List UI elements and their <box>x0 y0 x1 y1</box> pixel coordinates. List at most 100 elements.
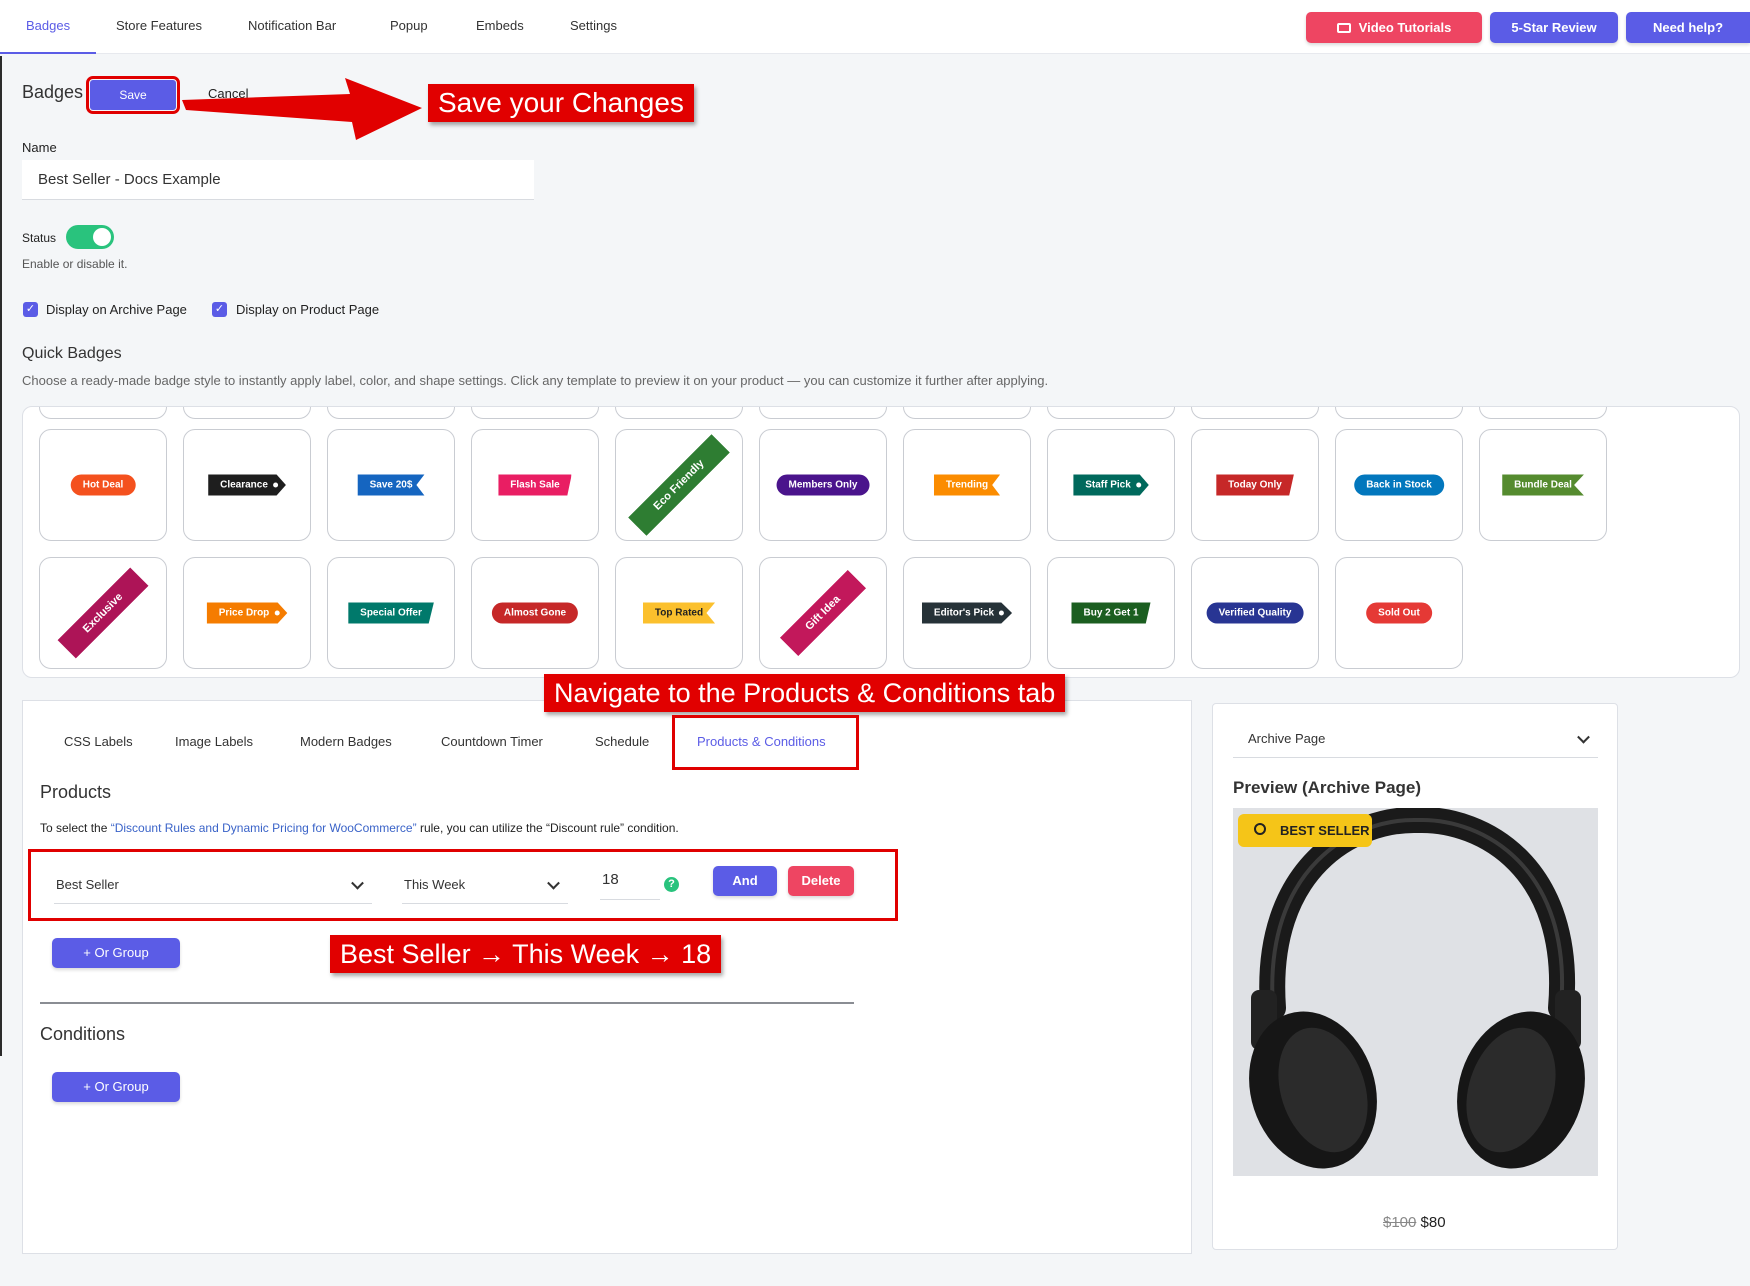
quick-badge-tile-verified-quality[interactable]: Verified Quality <box>1191 557 1319 669</box>
and-button[interactable]: And <box>713 866 777 896</box>
quick-badge-tile-sold-out[interactable]: Sold Out <box>1335 557 1463 669</box>
quick-badge-tile-top-rated[interactable]: Top Rated <box>615 557 743 669</box>
quick-badge-tile-special-offer[interactable]: Special Offer <box>327 557 455 669</box>
discount-rules-link[interactable]: “Discount Rules and Dynamic Pricing for … <box>111 821 417 835</box>
tab-products-conditions[interactable]: Products & Conditions <box>697 734 826 749</box>
quick-badge-tile-clearance[interactable]: Clearance <box>183 429 311 541</box>
badge-settings-panel <box>22 700 1192 1254</box>
tab-image-labels[interactable]: Image Labels <box>175 734 253 749</box>
quick-badge-tile-scrolled[interactable] <box>1479 407 1607 419</box>
quick-badge-tile-save-20[interactable]: Save 20$ <box>327 429 455 541</box>
nav-tab-popup[interactable]: Popup <box>364 0 454 54</box>
quick-badge-tile-editor-s-pick[interactable]: Editor's Pick <box>903 557 1031 669</box>
save-button[interactable]: Save <box>86 76 180 114</box>
quick-badge-tile-buy-2-get-1[interactable]: Buy 2 Get 1 <box>1047 557 1175 669</box>
quick-badge-staff-pick: Staff Pick <box>1073 474 1149 496</box>
nav-tab-embeds[interactable]: Embeds <box>450 0 550 54</box>
quick-badge-tile-hot-deal[interactable]: Hot Deal <box>39 429 167 541</box>
quick-badge-tile-scrolled[interactable] <box>39 407 167 419</box>
old-price: $100 <box>1383 1214 1417 1231</box>
left-edge-bar <box>0 56 2 1056</box>
quick-badge-tile-almost-gone[interactable]: Almost Gone <box>471 557 599 669</box>
products-note: To select the “Discount Rules and Dynami… <box>40 821 679 835</box>
quick-badge-flash-sale: Flash Sale <box>498 474 572 496</box>
quick-badge-hot-deal: Hot Deal <box>70 474 136 496</box>
best-seller-badge-label: BEST SELLER <box>1280 823 1370 838</box>
save-callout: Save your Changes <box>428 84 694 122</box>
quick-badge-tile-exclusive[interactable]: Exclusive <box>39 557 167 669</box>
tab-schedule[interactable]: Schedule <box>595 734 649 749</box>
nav-tab-settings[interactable]: Settings <box>544 0 643 54</box>
quick-badge-price-drop: Price Drop <box>206 602 288 624</box>
price: $100 $80 <box>1383 1214 1446 1231</box>
quick-badge-tile-gift-idea[interactable]: Gift Idea <box>759 557 887 669</box>
quick-badge-tile-scrolled[interactable] <box>903 407 1031 419</box>
quick-badges-panel: Hot Deal Clearance Save 20$ Flash Sale Eco F… <box>22 406 1740 678</box>
quick-badge-clearance: Clearance <box>208 474 286 496</box>
best-seller-badge: BEST SELLER <box>1238 814 1372 847</box>
need-help-button[interactable]: Need help? <box>1626 12 1750 43</box>
video-tutorials-button[interactable]: Video Tutorials <box>1306 12 1482 43</box>
quick-badges-title: Quick Badges <box>22 345 122 362</box>
quick-badge-top-rated: Top Rated <box>642 602 716 624</box>
status-label: Status <box>22 231 57 245</box>
tab-modern-badges[interactable]: Modern Badges <box>300 734 392 749</box>
new-price: $80 <box>1420 1214 1446 1231</box>
quick-badge-editor-s-pick: Editor's Pick <box>921 602 1013 624</box>
quick-badge-tile-price-drop[interactable]: Price Drop <box>183 557 311 669</box>
nav-tab-notification-bar[interactable]: Notification Bar <box>222 0 362 54</box>
quick-badge-tile-scrolled[interactable] <box>1191 407 1319 419</box>
name-input[interactable]: Best Seller - Docs Example <box>22 160 534 200</box>
nav-tab-badges[interactable]: Badges <box>0 0 97 54</box>
status-toggle[interactable] <box>66 225 114 249</box>
tab-css-labels[interactable]: CSS Labels <box>64 734 133 749</box>
quick-badges-description: Choose a ready-made badge style to insta… <box>22 373 1049 388</box>
quick-badge-tile-members-only[interactable]: Members Only <box>759 429 887 541</box>
quick-badge-sold-out: Sold Out <box>1366 602 1432 624</box>
delete-button[interactable]: Delete <box>788 866 854 896</box>
product-page-checkbox[interactable]: ✓ <box>212 302 227 317</box>
quick-badge-tile-eco-friendly[interactable]: Eco Friendly <box>615 429 743 541</box>
products-or-group-button[interactable]: + Or Group <box>52 938 180 968</box>
quick-badge-tile-staff-pick[interactable]: Staff Pick <box>1047 429 1175 541</box>
help-icon[interactable]: ? <box>664 877 679 892</box>
status-help-text: Enable or disable it. <box>22 257 128 271</box>
preview-page-value: Archive Page <box>1248 731 1326 746</box>
archive-page-checkbox[interactable]: ✓ <box>23 302 38 317</box>
conditions-title: Conditions <box>40 1024 126 1044</box>
quick-badge-gift-idea: Gift Idea <box>780 570 866 656</box>
conditions-or-group-button[interactable]: + Or Group <box>52 1072 180 1102</box>
product-image <box>1233 806 1598 1176</box>
archive-page-label: Display on Archive Page <box>46 302 187 317</box>
quick-badge-tile-trending[interactable]: Trending <box>903 429 1031 541</box>
quick-badge-tile-scrolled[interactable] <box>471 407 599 419</box>
quick-badge-tile-scrolled[interactable] <box>1335 407 1463 419</box>
product-page-label: Display on Product Page <box>236 302 380 317</box>
five-star-review-button[interactable]: 5-Star Review <box>1490 12 1618 43</box>
rule-type-select[interactable]: Best Seller <box>54 866 372 904</box>
products-title: Products <box>40 782 112 802</box>
quick-badge-save-20: Save 20$ <box>357 474 425 496</box>
quick-badge-tile-scrolled[interactable] <box>1047 407 1175 419</box>
quick-badge-tile-scrolled[interactable] <box>183 407 311 419</box>
tab-countdown-timer[interactable]: Countdown Timer <box>441 734 543 749</box>
quick-badge-buy-2-get-1: Buy 2 Get 1 <box>1071 602 1151 624</box>
name-label: Name <box>22 140 57 155</box>
quick-badge-tile-scrolled[interactable] <box>615 407 743 419</box>
quick-badge-tile-bundle-deal[interactable]: Bundle Deal <box>1479 429 1607 541</box>
preview-title: Preview (Archive Page) <box>1233 778 1422 797</box>
award-icon <box>1254 823 1266 835</box>
chevron-down-icon <box>547 876 560 890</box>
quick-badge-tile-back-in-stock[interactable]: Back in Stock <box>1335 429 1463 541</box>
rule-period-select[interactable]: This Week <box>402 866 568 904</box>
quick-badge-tile-today-only[interactable]: Today Only <box>1191 429 1319 541</box>
top-navigation: Badges Store Features Notification Bar P… <box>0 0 1750 54</box>
nav-tab-store-features[interactable]: Store Features <box>90 0 228 54</box>
quick-badge-tile-scrolled[interactable] <box>759 407 887 419</box>
quick-badge-verified-quality: Verified Quality <box>1206 602 1304 624</box>
quick-badge-tile-scrolled[interactable] <box>327 407 455 419</box>
rule-count-input[interactable]: 18 <box>600 862 660 900</box>
video-tutorials-label: Video Tutorials <box>1358 20 1452 35</box>
quick-badge-tile-flash-sale[interactable]: Flash Sale <box>471 429 599 541</box>
preview-page-select[interactable]: Archive Page <box>1233 720 1598 758</box>
